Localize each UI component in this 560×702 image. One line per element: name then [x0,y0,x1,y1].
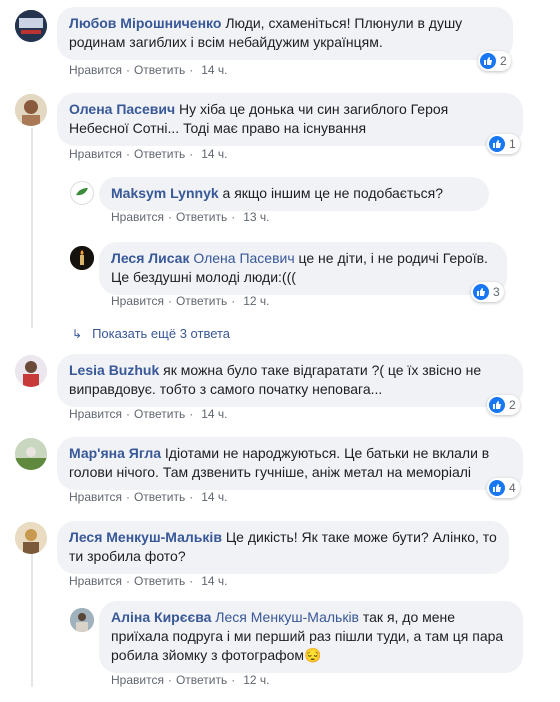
like-icon [489,397,505,413]
like-button[interactable]: Нравится [69,63,122,77]
comment-author[interactable]: Любов Мірошниченко [69,15,221,31]
reaction-count[interactable]: 2 [487,395,520,415]
avatar[interactable] [15,94,47,126]
comment-actions: Нравится · Ответить · 13 ч. [111,210,270,224]
comment-actions: Нравится · Ответить · 14 ч. [69,63,228,77]
reply-button[interactable]: Ответить [134,147,185,161]
like-icon [489,480,505,496]
like-icon [473,284,489,300]
like-icon [489,136,505,152]
reply-button[interactable]: Ответить [176,294,227,308]
comment-author[interactable]: Maksym Lynnyk [111,185,219,201]
comment-bubble: Олена Пасевич Ну хіба це донька чи син з… [57,93,523,146]
mention-link[interactable]: Леся Менкуш-Мальків [215,609,359,625]
like-button[interactable]: Нравится [111,294,164,308]
reply-arrow-icon: ↳ [72,327,83,341]
avatar[interactable] [70,181,94,205]
comment-bubble: Lesia Buzhuk як можна було таке відгарат… [57,354,523,407]
like-button[interactable]: Нравится [111,673,164,687]
comment-bubble: Мар'яна Ягла Ідіотами не народжуються. Ц… [57,437,523,490]
comment-author[interactable]: Аліна Кирєєва [111,609,211,625]
comment-bubble: Леся Менкуш-Мальків Це дикість! Як таке … [57,521,509,574]
reply-button[interactable]: Ответить [134,574,185,588]
comment-text: а якщо іншим це не подобається? [222,185,444,201]
like-button[interactable]: Нравится [69,407,122,421]
timestamp[interactable]: 12 ч. [243,294,269,308]
like-button[interactable]: Нравится [111,210,164,224]
comment-actions: Нравится · Ответить · 14 ч. [69,147,228,161]
comment-author[interactable]: Олена Пасевич [69,101,175,117]
reply-button[interactable]: Ответить [134,63,185,77]
comment-actions: Нравится · Ответить · 14 ч. [69,490,228,504]
timestamp[interactable]: 12 ч. [243,673,269,687]
reaction-count[interactable]: 1 [487,134,520,154]
like-button[interactable]: Нравится [69,574,122,588]
show-more-replies[interactable]: ↳ Показать ещё 3 ответа [72,326,230,341]
comment-author[interactable]: Мар'яна Ягла [69,445,161,461]
avatar[interactable] [15,438,47,470]
comment-actions: Нравится · Ответить · 12 ч. [111,673,270,687]
thread-line [31,552,33,687]
reply-button[interactable]: Ответить [176,210,227,224]
avatar[interactable] [15,522,47,554]
reaction-count[interactable]: 3 [471,282,504,302]
comment-actions: Нравится · Ответить · 14 ч. [69,574,228,588]
reply-button[interactable]: Ответить [134,490,185,504]
comment-author[interactable]: Lesia Buzhuk [69,362,159,378]
reaction-count[interactable]: 4 [487,478,520,498]
comment-bubble: Любов Мірошниченко Люди, схаменіться! Пл… [57,7,513,60]
mention-link[interactable]: Олена Пасевич [193,250,294,266]
timestamp[interactable]: 13 ч. [243,210,269,224]
timestamp[interactable]: 14 ч. [201,147,227,161]
avatar[interactable] [70,608,94,632]
reply-button[interactable]: Ответить [134,407,185,421]
reply-button[interactable]: Ответить [176,673,227,687]
avatar[interactable] [15,10,47,42]
comment-author[interactable]: Леся Менкуш-Мальків [69,529,222,545]
reply-bubble: Леся Лисак Олена Пасевич це не діти, і н… [99,242,507,295]
reply-bubble: Аліна Кирєєва Леся Менкуш-Мальків так я,… [99,601,523,673]
like-button[interactable]: Нравится [69,147,122,161]
reaction-count[interactable]: 2 [478,51,511,71]
comment-actions: Нравится · Ответить · 14 ч. [69,407,228,421]
comment-author[interactable]: Леся Лисак [111,250,189,266]
avatar[interactable] [70,246,94,270]
like-icon [480,53,496,69]
comment-actions: Нравится · Ответить · 12 ч. [111,294,270,308]
timestamp[interactable]: 14 ч. [201,407,227,421]
timestamp[interactable]: 14 ч. [201,63,227,77]
thread-line [31,128,33,328]
timestamp[interactable]: 14 ч. [201,574,227,588]
reply-bubble: Maksym Lynnyk а якщо іншим це не подобає… [99,177,489,211]
avatar[interactable] [15,355,47,387]
timestamp[interactable]: 14 ч. [201,490,227,504]
like-button[interactable]: Нравится [69,490,122,504]
